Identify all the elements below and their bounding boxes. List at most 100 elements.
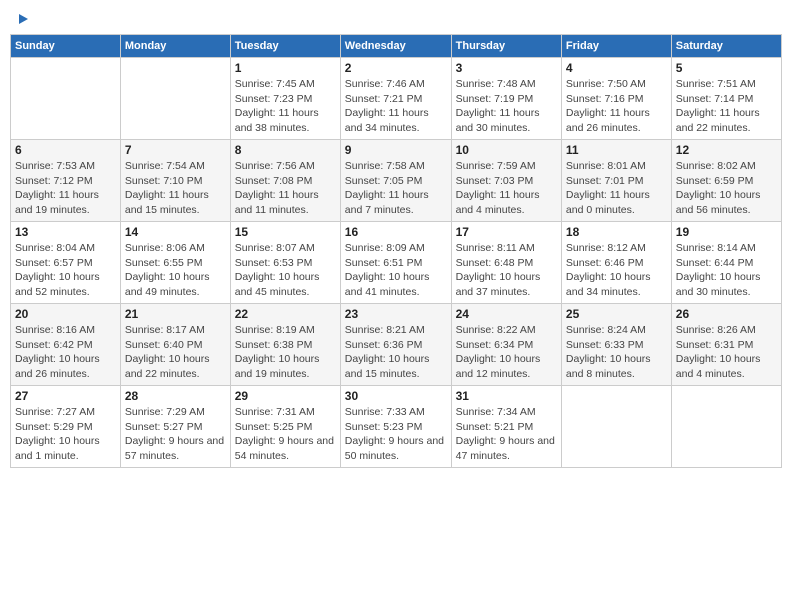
day-info: Sunrise: 7:54 AMSunset: 7:10 PMDaylight:…	[125, 159, 226, 218]
week-row-5: 27Sunrise: 7:27 AMSunset: 5:29 PMDayligh…	[11, 386, 782, 468]
day-number: 30	[345, 389, 447, 403]
day-number: 25	[566, 307, 667, 321]
day-info: Sunrise: 8:07 AMSunset: 6:53 PMDaylight:…	[235, 241, 336, 300]
day-cell: 2Sunrise: 7:46 AMSunset: 7:21 PMDaylight…	[340, 58, 451, 140]
day-number: 20	[15, 307, 116, 321]
col-header-friday: Friday	[561, 35, 671, 58]
day-cell: 30 Sunrise: 7:33 AMSunset: 5:23 PMDayligh…	[340, 386, 451, 468]
day-cell: 1 Sunrise: 7:45 AMSunset: 7:23 PMDaylight…	[230, 58, 340, 140]
day-info: Sunrise: 8:12 AMSunset: 6:46 PMDaylight:…	[566, 241, 667, 300]
col-header-saturday: Saturday	[671, 35, 781, 58]
day-number: 28	[125, 389, 226, 403]
day-number: 19	[676, 225, 777, 239]
day-cell	[561, 386, 671, 468]
day-info: Sunrise: 8:06 AMSunset: 6:55 PMDaylight:…	[125, 241, 226, 300]
day-info: Sunrise: 8:21 AMSunset: 6:36 PMDaylight:…	[345, 323, 447, 382]
day-cell: 21 Sunrise: 8:17 AMSunset: 6:40 PMDayligh…	[120, 304, 230, 386]
day-number: 18	[566, 225, 667, 239]
day-info: Sunrise: 7:56 AMSunset: 7:08 PMDaylight:…	[235, 159, 336, 218]
day-info: Sunrise: 8:09 AMSunset: 6:51 PMDaylight:…	[345, 241, 447, 300]
day-info: Sunrise: 8:01 AMSunset: 7:01 PMDaylight:…	[566, 159, 667, 218]
day-cell: 4Sunrise: 7:50 AMSunset: 7:16 PMDaylight…	[561, 58, 671, 140]
week-row-4: 20 Sunrise: 8:16 AMSunset: 6:42 PMDayligh…	[11, 304, 782, 386]
day-cell: 7 Sunrise: 7:54 AMSunset: 7:10 PMDaylight…	[120, 140, 230, 222]
day-cell: 11Sunrise: 8:01 AMSunset: 7:01 PMDayligh…	[561, 140, 671, 222]
day-number: 24	[456, 307, 557, 321]
week-row-1: 1 Sunrise: 7:45 AMSunset: 7:23 PMDaylight…	[11, 58, 782, 140]
day-cell	[11, 58, 121, 140]
day-info: Sunrise: 8:04 AMSunset: 6:57 PMDaylight:…	[15, 241, 116, 300]
day-number: 29	[235, 389, 336, 403]
day-cell: 22 Sunrise: 8:19 AMSunset: 6:38 PMDayligh…	[230, 304, 340, 386]
day-number: 14	[125, 225, 226, 239]
day-number: 23	[345, 307, 447, 321]
day-info: Sunrise: 7:46 AMSunset: 7:21 PMDaylight:…	[345, 77, 447, 136]
col-header-sunday: Sunday	[11, 35, 121, 58]
day-info: Sunrise: 7:33 AMSunset: 5:23 PMDaylight:…	[345, 405, 447, 464]
day-info: Sunrise: 7:48 AMSunset: 7:19 PMDaylight:…	[456, 77, 557, 136]
day-number: 5	[676, 61, 777, 75]
day-number: 12	[676, 143, 777, 157]
day-info: Sunrise: 8:22 AMSunset: 6:34 PMDaylight:…	[456, 323, 557, 382]
day-info: Sunrise: 8:14 AMSunset: 6:44 PMDaylight:…	[676, 241, 777, 300]
day-info: Sunrise: 8:11 AMSunset: 6:48 PMDaylight:…	[456, 241, 557, 300]
day-number: 7	[125, 143, 226, 157]
day-cell: 28 Sunrise: 7:29 AMSunset: 5:27 PMDayligh…	[120, 386, 230, 468]
day-number: 3	[456, 61, 557, 75]
day-info: Sunrise: 7:29 AMSunset: 5:27 PMDaylight:…	[125, 405, 226, 464]
day-number: 1	[235, 61, 336, 75]
week-row-2: 6Sunrise: 7:53 AMSunset: 7:12 PMDaylight…	[11, 140, 782, 222]
day-info: Sunrise: 8:02 AMSunset: 6:59 PMDaylight:…	[676, 159, 777, 218]
day-cell: 14 Sunrise: 8:06 AMSunset: 6:55 PMDayligh…	[120, 222, 230, 304]
day-cell: 16Sunrise: 8:09 AMSunset: 6:51 PMDayligh…	[340, 222, 451, 304]
day-number: 31	[456, 389, 557, 403]
day-cell	[120, 58, 230, 140]
day-info: Sunrise: 7:45 AMSunset: 7:23 PMDaylight:…	[235, 77, 336, 136]
day-cell: 18 Sunrise: 8:12 AMSunset: 6:46 PMDayligh…	[561, 222, 671, 304]
col-header-tuesday: Tuesday	[230, 35, 340, 58]
day-info: Sunrise: 7:53 AMSunset: 7:12 PMDaylight:…	[15, 159, 116, 218]
header	[10, 10, 782, 26]
week-row-3: 13 Sunrise: 8:04 AMSunset: 6:57 PMDayligh…	[11, 222, 782, 304]
day-cell: 31 Sunrise: 7:34 AMSunset: 5:21 PMDayligh…	[451, 386, 561, 468]
day-cell: 25 Sunrise: 8:24 AMSunset: 6:33 PMDayligh…	[561, 304, 671, 386]
day-cell: 29 Sunrise: 7:31 AMSunset: 5:25 PMDayligh…	[230, 386, 340, 468]
day-number: 10	[456, 143, 557, 157]
day-cell: 20 Sunrise: 8:16 AMSunset: 6:42 PMDayligh…	[11, 304, 121, 386]
day-cell: 12 Sunrise: 8:02 AMSunset: 6:59 PMDayligh…	[671, 140, 781, 222]
day-cell: 10Sunrise: 7:59 AMSunset: 7:03 PMDayligh…	[451, 140, 561, 222]
day-info: Sunrise: 8:19 AMSunset: 6:38 PMDaylight:…	[235, 323, 336, 382]
day-info: Sunrise: 7:31 AMSunset: 5:25 PMDaylight:…	[235, 405, 336, 464]
day-info: Sunrise: 8:24 AMSunset: 6:33 PMDaylight:…	[566, 323, 667, 382]
day-cell: 19 Sunrise: 8:14 AMSunset: 6:44 PMDayligh…	[671, 222, 781, 304]
day-cell: 17 Sunrise: 8:11 AMSunset: 6:48 PMDayligh…	[451, 222, 561, 304]
calendar-table: SundayMondayTuesdayWednesdayThursdayFrid…	[10, 34, 782, 468]
day-cell: 24 Sunrise: 8:22 AMSunset: 6:34 PMDayligh…	[451, 304, 561, 386]
day-cell: 3 Sunrise: 7:48 AMSunset: 7:19 PMDaylight…	[451, 58, 561, 140]
day-cell: 6Sunrise: 7:53 AMSunset: 7:12 PMDaylight…	[11, 140, 121, 222]
day-number: 17	[456, 225, 557, 239]
day-cell: 8 Sunrise: 7:56 AMSunset: 7:08 PMDaylight…	[230, 140, 340, 222]
logo	[16, 14, 28, 22]
day-number: 13	[15, 225, 116, 239]
day-cell: 5 Sunrise: 7:51 AMSunset: 7:14 PMDaylight…	[671, 58, 781, 140]
day-info: Sunrise: 7:50 AMSunset: 7:16 PMDaylight:…	[566, 77, 667, 136]
day-info: Sunrise: 7:27 AMSunset: 5:29 PMDaylight:…	[15, 405, 116, 464]
day-number: 15	[235, 225, 336, 239]
day-number: 8	[235, 143, 336, 157]
day-number: 22	[235, 307, 336, 321]
day-info: Sunrise: 8:16 AMSunset: 6:42 PMDaylight:…	[15, 323, 116, 382]
day-info: Sunrise: 8:17 AMSunset: 6:40 PMDaylight:…	[125, 323, 226, 382]
day-cell: 15 Sunrise: 8:07 AMSunset: 6:53 PMDayligh…	[230, 222, 340, 304]
day-info: Sunrise: 8:26 AMSunset: 6:31 PMDaylight:…	[676, 323, 777, 382]
day-number: 21	[125, 307, 226, 321]
day-number: 9	[345, 143, 447, 157]
calendar-header-row: SundayMondayTuesdayWednesdayThursdayFrid…	[11, 35, 782, 58]
col-header-thursday: Thursday	[451, 35, 561, 58]
day-cell: 27Sunrise: 7:27 AMSunset: 5:29 PMDayligh…	[11, 386, 121, 468]
day-info: Sunrise: 7:58 AMSunset: 7:05 PMDaylight:…	[345, 159, 447, 218]
day-info: Sunrise: 7:51 AMSunset: 7:14 PMDaylight:…	[676, 77, 777, 136]
day-cell	[671, 386, 781, 468]
day-cell: 9 Sunrise: 7:58 AMSunset: 7:05 PMDaylight…	[340, 140, 451, 222]
day-info: Sunrise: 7:34 AMSunset: 5:21 PMDaylight:…	[456, 405, 557, 464]
